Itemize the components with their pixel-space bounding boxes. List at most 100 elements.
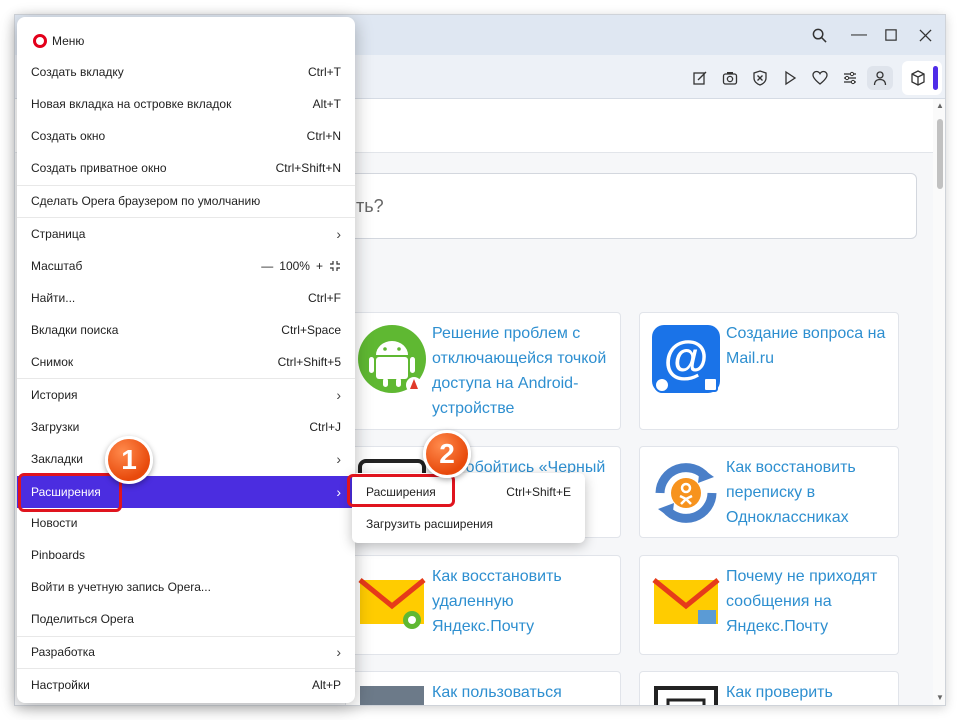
- page-scrollbar[interactable]: ▲ ▼: [933, 99, 945, 705]
- maximize-icon[interactable]: [877, 23, 905, 47]
- submenu-item-get-extensions[interactable]: Загрузить расширения: [352, 509, 585, 539]
- menu-item-set-default[interactable]: Сделать Opera браузером по умолчанию: [17, 186, 355, 216]
- menu-item-new-tab-island[interactable]: Новая вкладка на островке вкладок Alt+T: [17, 89, 355, 119]
- menu-item-shortcut: Ctrl+N: [306, 129, 341, 143]
- menu-item-search-tabs[interactable]: Вкладки поиска Ctrl+Space: [17, 315, 355, 345]
- camera-icon[interactable]: [717, 66, 743, 90]
- article-card[interactable]: Как проверить: [639, 671, 899, 705]
- zoom-in-icon[interactable]: +: [316, 259, 323, 273]
- chevron-right-icon: ›: [336, 451, 341, 467]
- menu-item-shortcut: Alt+T: [312, 97, 341, 111]
- menu-item-zoom[interactable]: Масштаб — 100% +: [17, 251, 355, 281]
- yandex-mail-icon: [652, 578, 720, 624]
- menu-item-snapshot[interactable]: Снимок Ctrl+Shift+5: [17, 347, 355, 377]
- sidebar-indicator: [933, 66, 938, 90]
- menu-item-new-tab[interactable]: Создать вкладку Ctrl+T: [17, 57, 355, 87]
- extensions-cube-icon[interactable]: [905, 66, 931, 90]
- article-card[interactable]: Как восстановить удаленную Яндекс.Почту: [345, 555, 621, 655]
- menu-item-label: Pinboards: [31, 548, 86, 562]
- menu-divider: [17, 378, 355, 379]
- heart-icon[interactable]: [807, 66, 833, 90]
- article-card[interactable]: Как восстановить переписку в Одноклассни…: [639, 446, 899, 538]
- card-title[interactable]: Как восстановить удаленную Яндекс.Почту: [432, 564, 612, 639]
- menu-item-shortcut: Ctrl+F: [308, 291, 341, 305]
- card-title[interactable]: Как восстановить переписку в Одноклассни…: [726, 455, 896, 530]
- menu-item-sign-in[interactable]: Войти в учетную запись Opera...: [17, 572, 355, 602]
- menu-title: Меню: [52, 34, 85, 48]
- menu-item-label: Вкладки поиска: [31, 323, 119, 337]
- menu-item-new-window[interactable]: Создать окно Ctrl+N: [17, 121, 355, 151]
- menu-item-pinboards[interactable]: Pinboards: [17, 540, 355, 570]
- minimize-icon[interactable]: —: [845, 23, 873, 47]
- step-badge-1: 1: [105, 436, 153, 484]
- menu-item-downloads[interactable]: Загрузки Ctrl+J: [17, 412, 355, 442]
- menu-item-label: Страница: [31, 227, 86, 241]
- card-title[interactable]: Как пользоваться: [432, 680, 612, 705]
- menu-item-label: Войти в учетную запись Opera...: [31, 580, 211, 594]
- menu-item-settings[interactable]: Настройки Alt+P: [17, 670, 355, 700]
- menu-item-share-opera[interactable]: Поделиться Opera: [17, 604, 355, 634]
- menu-item-private-window[interactable]: Создать приватное окно Ctrl+Shift+N: [17, 153, 355, 183]
- menu-item-shortcut: Ctrl+T: [308, 65, 341, 79]
- easy-setup-icon[interactable]: [837, 66, 863, 90]
- article-card[interactable]: Решение проблем с отключающейся точкой д…: [345, 312, 621, 430]
- menu-item-label: Поделиться Opera: [31, 612, 134, 626]
- menu-item-shortcut: Ctrl+Space: [281, 323, 341, 337]
- article-thumbnail: [360, 686, 424, 705]
- yandex-mail-icon: [358, 578, 426, 629]
- article-card[interactable]: Как пользоваться: [345, 671, 621, 705]
- menu-item-label: История: [31, 388, 78, 402]
- card-title[interactable]: Как проверить: [726, 680, 896, 705]
- menu-item-shortcut: Ctrl+Shift+N: [275, 161, 341, 175]
- article-card[interactable]: Почему не приходят сообщения на Яндекс.П…: [639, 555, 899, 655]
- adblock-icon[interactable]: [747, 66, 773, 90]
- menu-item-shortcut: Ctrl+Shift+5: [277, 355, 341, 369]
- chevron-right-icon: ›: [336, 644, 341, 660]
- card-title[interactable]: Решение проблем с отключающейся точкой д…: [432, 321, 612, 421]
- submenu-item-label: Загрузить расширения: [366, 517, 493, 531]
- menu-item-label: Новая вкладка на островке вкладок: [31, 97, 232, 111]
- card-title[interactable]: Создание вопроса на Mail.ru: [726, 321, 896, 371]
- submenu-item-shortcut: Ctrl+Shift+E: [506, 485, 571, 499]
- svg-text:@: @: [664, 331, 709, 383]
- menu-item-label: Снимок: [31, 355, 74, 369]
- menu-item-shortcut: Ctrl+J: [309, 420, 341, 434]
- menu-item-label: Разработка: [31, 645, 95, 659]
- scroll-thumb[interactable]: [937, 119, 943, 189]
- menu-item-page[interactable]: Страница ›: [17, 219, 355, 249]
- zoom-out-icon[interactable]: —: [261, 259, 273, 273]
- zoom-value: 100%: [279, 259, 310, 273]
- search-tabs-icon[interactable]: [805, 23, 833, 47]
- scroll-down-icon[interactable]: ▼: [933, 693, 945, 705]
- menu-item-find[interactable]: Найти... Ctrl+F: [17, 283, 355, 313]
- close-icon[interactable]: [911, 23, 939, 47]
- menu-item-bookmarks[interactable]: Закладки ›: [17, 444, 355, 474]
- scroll-up-icon[interactable]: ▲: [933, 101, 945, 113]
- highlight-frame-submenu: [347, 474, 455, 507]
- restore-ok-icon: [655, 463, 717, 523]
- menu-item-history[interactable]: История ›: [17, 380, 355, 410]
- chevron-right-icon: ›: [336, 484, 341, 500]
- menu-item-label: Загрузки: [31, 420, 80, 434]
- zoom-control: — 100% +: [261, 259, 341, 273]
- highlight-frame-extensions: [18, 473, 122, 512]
- fullscreen-icon[interactable]: [329, 260, 341, 272]
- menu-item-label: Создать окно: [31, 129, 106, 143]
- menu-header: Меню: [33, 34, 84, 48]
- menu-item-label: Создать вкладку: [31, 65, 124, 79]
- profile-icon[interactable]: [867, 66, 893, 90]
- opera-logo-icon: [33, 34, 47, 48]
- article-card[interactable]: @ Создание вопроса на Mail.ru: [639, 312, 899, 430]
- chevron-right-icon: ›: [336, 387, 341, 403]
- menu-item-label: Настройки: [31, 678, 90, 692]
- opera-main-menu: Меню Создать вкладку Ctrl+T Новая вкладка…: [17, 17, 355, 703]
- menu-item-developer[interactable]: Разработка ›: [17, 637, 355, 667]
- player-icon[interactable]: [777, 66, 803, 90]
- menu-divider: [17, 668, 355, 669]
- card-title[interactable]: Почему не приходят сообщения на Яндекс.П…: [726, 564, 896, 639]
- edit-page-icon[interactable]: [687, 66, 713, 90]
- menu-item-news[interactable]: Новости: [17, 508, 355, 538]
- menu-item-label: Масштаб: [31, 259, 83, 273]
- search-field[interactable]: ить?: [345, 173, 917, 239]
- menu-divider: [17, 217, 355, 218]
